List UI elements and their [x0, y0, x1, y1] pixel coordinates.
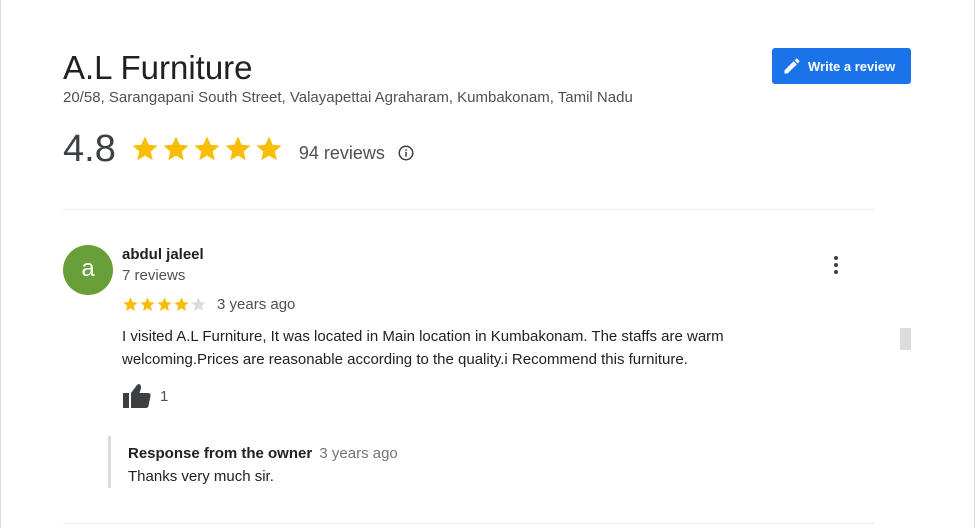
- write-review-label: Write a review: [808, 58, 896, 74]
- review-text: I visited A.L Furniture, It was located …: [122, 328, 724, 368]
- star-icon: [140, 296, 155, 311]
- rating-value: 4.8: [63, 128, 116, 170]
- like-button[interactable]: 1: [122, 383, 168, 409]
- star-icon: [225, 136, 251, 161]
- reviewer-name[interactable]: abdul jaleel: [122, 246, 204, 263]
- star-icon: [132, 136, 158, 161]
- star-icon: [194, 136, 220, 161]
- star-icon: [123, 296, 138, 311]
- scrollbar-thumb[interactable]: [900, 328, 911, 350]
- review-count[interactable]: 94 reviews: [299, 143, 385, 164]
- avatar[interactable]: a: [63, 245, 113, 295]
- business-address: 20/58, Sarangapani South Street, Valayap…: [63, 89, 633, 106]
- review-stars: [122, 296, 207, 313]
- like-count: 1: [160, 387, 169, 405]
- divider-bottom: [63, 523, 875, 524]
- owner-response: Response from the owner 3 years ago Than…: [108, 436, 808, 488]
- more-options-icon[interactable]: [826, 254, 846, 276]
- info-icon[interactable]: [397, 144, 415, 162]
- star-icon: [191, 296, 206, 311]
- thumb-up-icon: [122, 383, 152, 409]
- star-icon: [174, 296, 189, 311]
- rating-stars: [130, 134, 285, 164]
- divider-top: [63, 209, 875, 210]
- pencil-icon: [782, 56, 802, 76]
- star-icon: [163, 136, 189, 161]
- owner-response-text: Thanks very much sir.: [128, 468, 274, 485]
- review-date: 3 years ago: [217, 295, 296, 313]
- business-name: A.L Furniture: [63, 49, 253, 86]
- owner-response-title: Response from the owner: [128, 445, 313, 462]
- write-review-button[interactable]: Write a review: [772, 48, 911, 84]
- owner-response-date: 3 years ago: [319, 445, 398, 462]
- star-icon: [256, 136, 282, 161]
- reviewer-review-count: 7 reviews: [122, 267, 186, 284]
- owner-response-header: Response from the owner 3 years ago: [128, 445, 398, 462]
- rating-summary: 4.8 94 reviews: [63, 126, 415, 172]
- star-icon: [157, 296, 172, 311]
- review-meta: 3 years ago: [122, 294, 295, 314]
